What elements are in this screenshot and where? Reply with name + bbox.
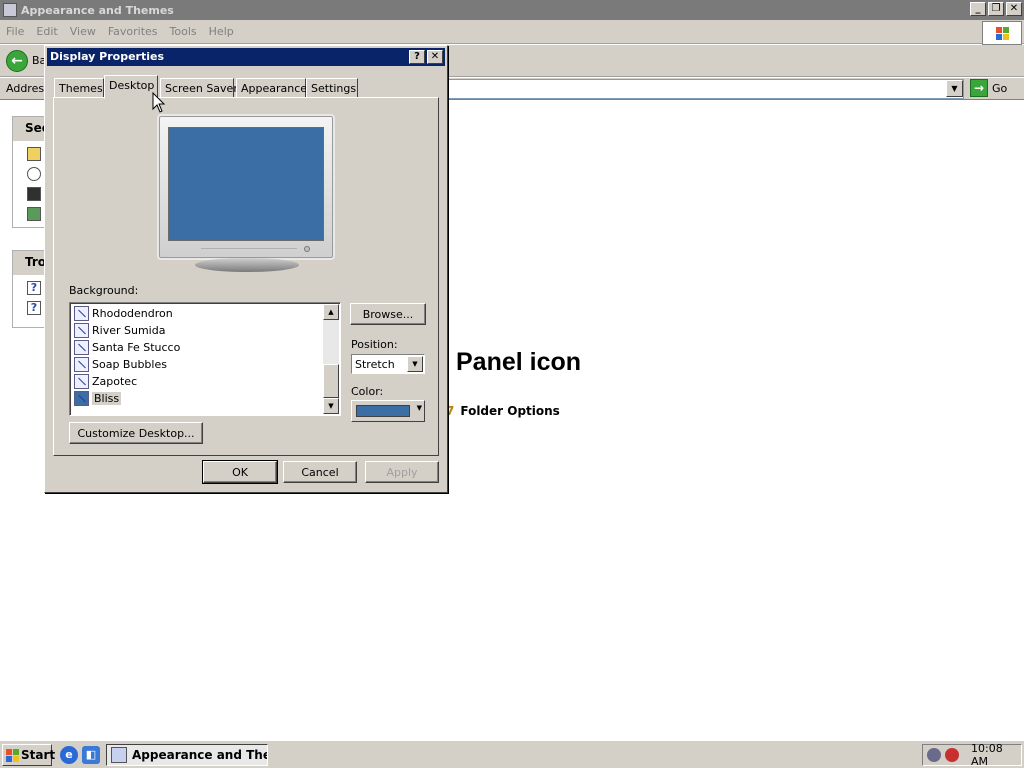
image-file-icon xyxy=(74,391,89,406)
help-icon[interactable]: ? xyxy=(27,301,41,315)
menu-help[interactable]: Help xyxy=(203,25,240,38)
help-button[interactable]: ? xyxy=(409,50,425,64)
mouse-pointer-icon[interactable] xyxy=(27,167,41,181)
system-tray: 10:08 AM xyxy=(922,742,1022,768)
save-icon[interactable] xyxy=(27,187,41,201)
chevron-down-icon: ▼ xyxy=(416,404,422,412)
background-list[interactable]: Rhododendron River Sumida Santa Fe Stucc… xyxy=(69,302,341,416)
security-shield-icon[interactable] xyxy=(927,748,941,762)
taskbar: Start e ◧ Appearance and The... 10:08 AM xyxy=(0,740,1024,768)
menu-view[interactable]: View xyxy=(64,25,102,38)
folder-task-icon[interactable] xyxy=(27,147,41,161)
image-file-icon xyxy=(74,323,89,338)
cancel-button[interactable]: Cancel xyxy=(283,461,357,483)
explorer-title-bar[interactable]: Appearance and Themes _ ❐ ✕ xyxy=(0,0,1024,20)
menu-file[interactable]: File xyxy=(0,25,30,38)
help-icon[interactable]: ? xyxy=(27,281,41,295)
minimize-button[interactable]: _ xyxy=(970,2,986,16)
list-item[interactable]: Zapotec xyxy=(74,373,137,390)
monitor-preview xyxy=(157,114,335,260)
alert-shield-icon[interactable] xyxy=(945,748,959,762)
start-button[interactable]: Start xyxy=(2,744,56,766)
desktop-preview-screen xyxy=(168,127,324,241)
go-label: Go xyxy=(992,81,1008,95)
list-item[interactable]: River Sumida xyxy=(74,322,165,339)
position-value: Stretch xyxy=(355,358,395,371)
dialog-title: Display Properties xyxy=(50,50,165,63)
image-file-icon xyxy=(74,357,89,372)
list-item[interactable]: Soap Bubbles xyxy=(74,356,167,373)
list-item-selected[interactable]: Bliss xyxy=(74,390,122,407)
background-label: Background: xyxy=(69,284,139,297)
color-picker-button[interactable]: ▼ xyxy=(351,400,425,422)
list-item-label: Bliss xyxy=(92,392,122,405)
list-item-label: Rhododendron xyxy=(92,307,173,320)
menu-tools[interactable]: Tools xyxy=(164,25,203,38)
image-file-icon xyxy=(74,306,89,321)
mouse-cursor-icon xyxy=(152,92,166,113)
list-item-label: Soap Bubbles xyxy=(92,358,167,371)
show-desktop-icon[interactable]: ◧ xyxy=(82,746,100,764)
list-scrollbar[interactable]: ▲ ▼ xyxy=(323,304,339,414)
chevron-down-icon[interactable]: ▼ xyxy=(407,356,423,372)
ok-button[interactable]: OK xyxy=(202,460,278,484)
list-item-label: River Sumida xyxy=(92,324,166,337)
address-input[interactable] xyxy=(440,79,964,99)
folder-icon xyxy=(111,747,127,763)
windows-logo xyxy=(982,21,1022,45)
image-file-icon xyxy=(74,340,89,355)
power-led-icon xyxy=(304,246,310,252)
scroll-up-icon[interactable]: ▲ xyxy=(323,304,339,320)
internet-explorer-icon[interactable]: e xyxy=(60,746,78,764)
back-arrow-icon[interactable]: ← xyxy=(6,50,28,72)
menu-edit[interactable]: Edit xyxy=(30,25,63,38)
color-label: Color: xyxy=(351,385,384,398)
position-select[interactable]: Stretch ▼ xyxy=(351,354,425,374)
folder-icon xyxy=(3,3,17,17)
windows-flag-icon xyxy=(995,26,1009,40)
close-button[interactable]: ✕ xyxy=(1006,2,1022,16)
go-button[interactable]: → Go xyxy=(970,79,1007,97)
tab-screen-saver[interactable]: Screen Saver xyxy=(160,78,238,98)
picture-icon[interactable] xyxy=(27,207,41,221)
scroll-thumb[interactable] xyxy=(323,364,339,398)
browse-button[interactable]: Browse... xyxy=(350,303,426,325)
folder-options-label: Folder Options xyxy=(460,404,560,418)
color-swatch xyxy=(356,405,410,417)
dialog-title-bar[interactable]: Display Properties ? ✕ xyxy=(47,48,445,66)
menu-favorites[interactable]: Favorites xyxy=(102,25,164,38)
restore-button[interactable]: ❐ xyxy=(988,2,1004,16)
explorer-title: Appearance and Themes xyxy=(21,3,174,17)
start-label: Start xyxy=(21,748,56,762)
dialog-close-button[interactable]: ✕ xyxy=(427,50,443,64)
menu-bar: File Edit View Favorites Tools Help xyxy=(0,20,1024,44)
scroll-down-icon[interactable]: ▼ xyxy=(323,398,339,414)
taskbar-window-button[interactable]: Appearance and The... xyxy=(106,744,268,766)
monitor-chin xyxy=(201,248,297,252)
address-dropdown-button[interactable]: ▼ xyxy=(946,80,963,97)
windows-flag-icon xyxy=(6,748,19,762)
list-item-label: Santa Fe Stucco xyxy=(92,341,181,354)
list-item-label: Zapotec xyxy=(92,375,138,388)
tab-appearance[interactable]: Appearance xyxy=(236,78,307,98)
page-heading: Panel icon xyxy=(456,348,582,376)
position-label: Position: xyxy=(351,338,398,351)
tab-themes[interactable]: Themes xyxy=(54,78,104,98)
apply-button[interactable]: Apply xyxy=(365,461,439,483)
display-properties-dialog: Display Properties ? ✕ Themes Desktop Sc… xyxy=(44,45,448,493)
customize-desktop-button[interactable]: Customize Desktop... xyxy=(69,422,203,444)
folder-options-link[interactable]: 7 Folder Options xyxy=(446,404,560,418)
clock: 10:08 AM xyxy=(971,742,1003,768)
monitor-stand xyxy=(195,258,299,272)
list-item[interactable]: Rhododendron xyxy=(74,305,173,322)
image-file-icon xyxy=(74,374,89,389)
tab-desktop[interactable]: Desktop xyxy=(104,75,158,99)
task-label: Appearance and The... xyxy=(132,748,267,762)
go-arrow-icon: → xyxy=(970,79,988,97)
list-item[interactable]: Santa Fe Stucco xyxy=(74,339,180,356)
tab-settings[interactable]: Settings xyxy=(306,78,358,98)
